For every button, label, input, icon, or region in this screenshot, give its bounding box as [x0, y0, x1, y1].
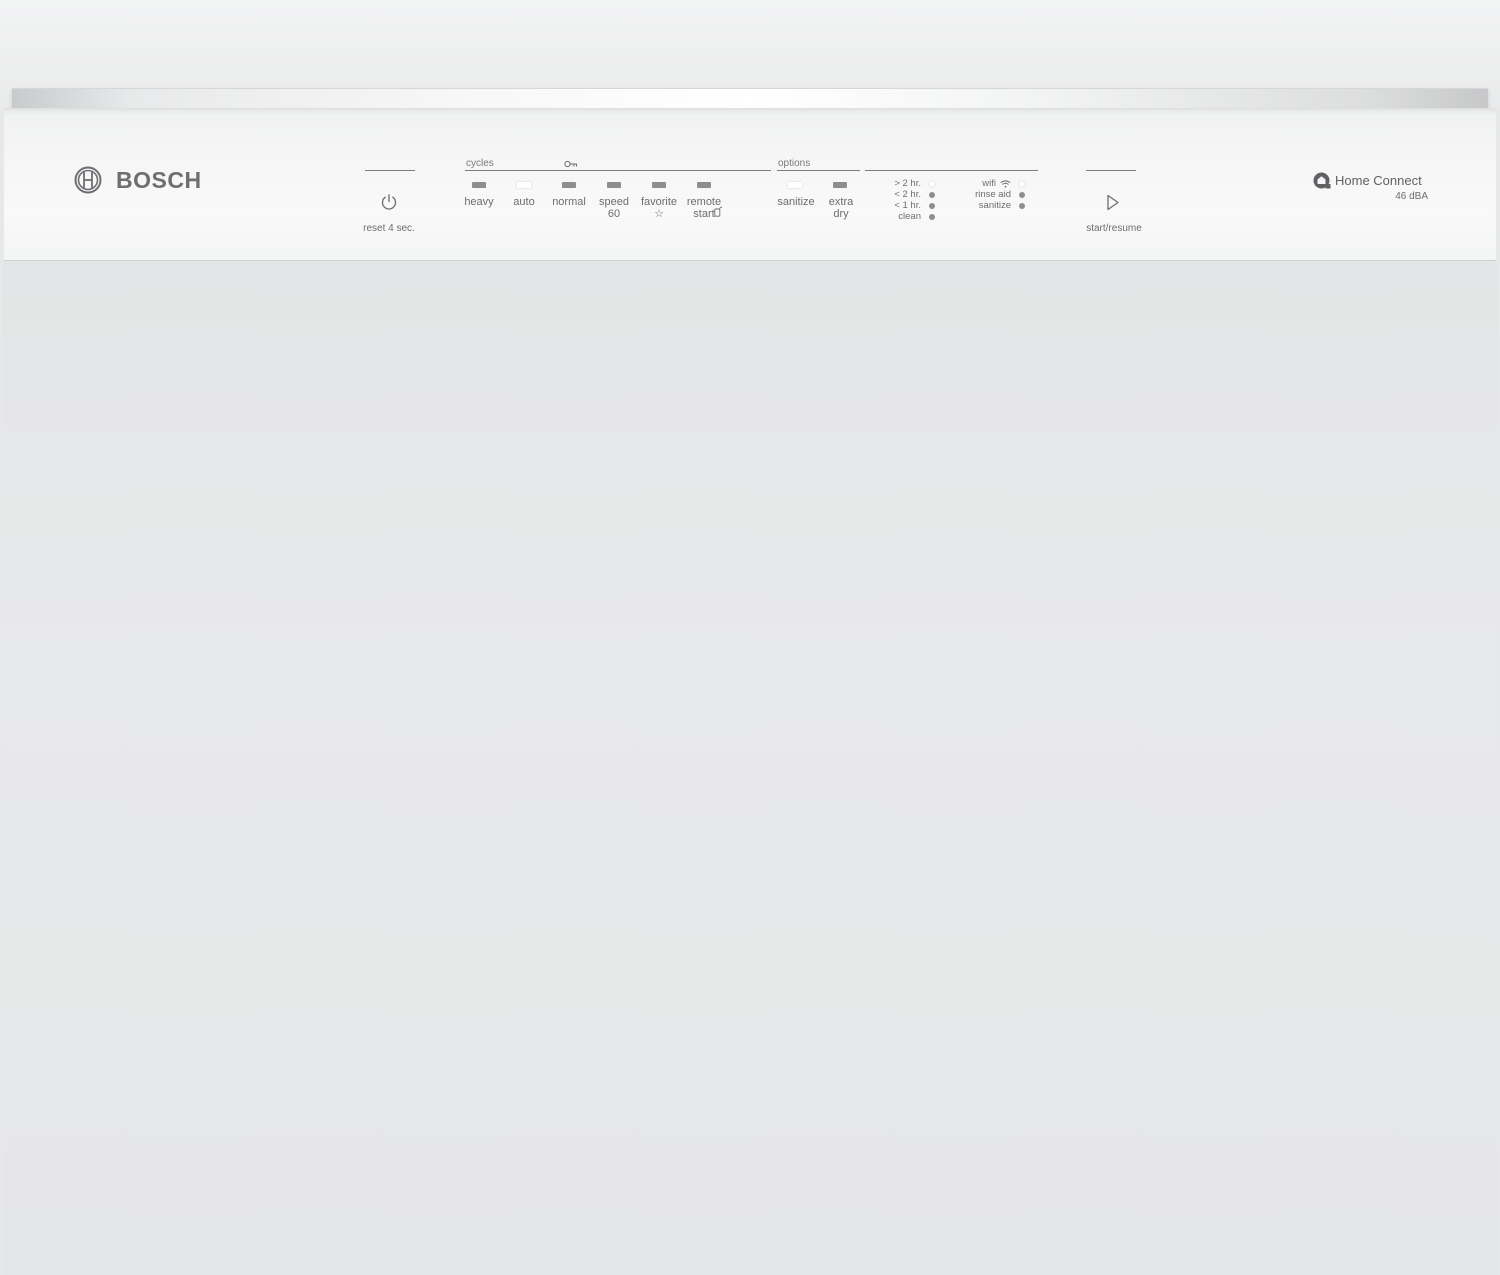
wifi-icon	[1000, 179, 1011, 187]
time-row: > 2 hr.	[860, 178, 935, 189]
wifi-dot	[1019, 180, 1025, 187]
cycles-rule	[465, 170, 771, 171]
noise-level-label: 46 dBA	[1395, 191, 1428, 202]
options-rule	[777, 170, 860, 171]
home-connect-badge: Home Connect	[1313, 172, 1422, 189]
brand-name: BOSCH	[116, 166, 202, 193]
cycles-label: cycles	[466, 158, 494, 169]
start-resume-label: start/resume	[1086, 223, 1142, 234]
home-connect-icon	[1313, 172, 1331, 189]
options-label: options	[778, 158, 811, 169]
sanitize-dot	[1019, 202, 1025, 209]
start-rule	[1086, 170, 1136, 171]
bosch-armature-icon	[74, 166, 102, 194]
play-icon[interactable]	[1106, 194, 1120, 211]
led-sanitize	[788, 182, 802, 188]
wifi-indicator: wifi	[940, 178, 1025, 189]
control-panel	[4, 108, 1496, 261]
dishwasher-front	[0, 0, 1500, 1275]
power-icon[interactable]	[380, 193, 398, 211]
time-dot	[929, 191, 935, 198]
time-dot	[929, 180, 935, 187]
led-favorite	[652, 182, 666, 188]
led-auto	[517, 182, 531, 188]
power-rule	[365, 170, 415, 171]
child-lock-icon	[564, 160, 577, 168]
led-speed-60	[607, 182, 621, 188]
time-row: < 1 hr.	[860, 200, 935, 211]
time-dot	[929, 202, 935, 209]
led-extra-dry	[833, 182, 847, 188]
led-normal	[562, 182, 576, 188]
time-row: < 2 hr.	[860, 189, 935, 200]
rinse-aid-dot	[1019, 191, 1025, 198]
time-dot	[929, 213, 935, 220]
handle-strip	[12, 88, 1488, 109]
rinse-aid-indicator: rinse aid	[940, 189, 1025, 200]
status-rule	[865, 170, 1038, 171]
led-heavy	[472, 182, 486, 188]
sanitize-indicator: sanitize	[940, 200, 1025, 211]
cycle-label-remote-start: remote start	[686, 196, 722, 220]
power-label: reset 4 sec.	[363, 223, 415, 234]
brand-logo: BOSCH	[74, 166, 202, 194]
home-connect-label: Home Connect	[1335, 173, 1422, 188]
door-panel	[2, 261, 1498, 1275]
remote-start-icon	[714, 206, 723, 217]
time-row: clean	[860, 211, 935, 222]
led-remote-start	[697, 182, 711, 188]
